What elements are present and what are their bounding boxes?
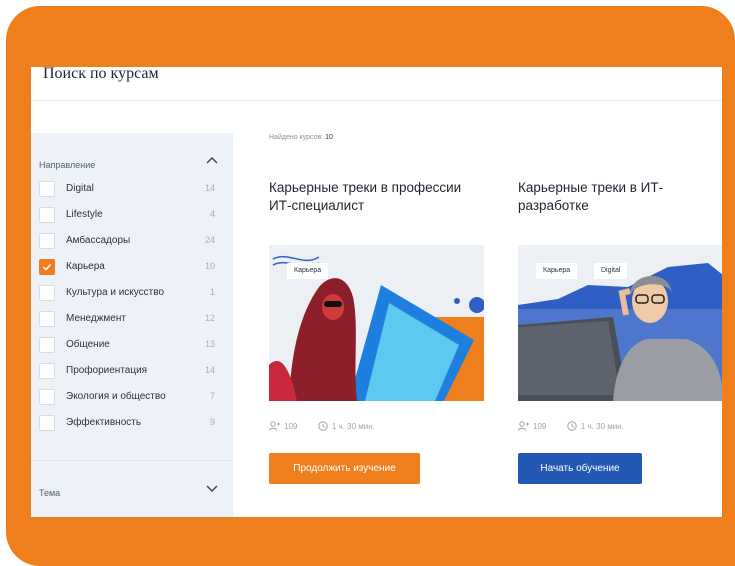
course-duration: 1 ч. 30 мин.: [580, 422, 624, 432]
filter-theme-header[interactable]: Тема: [39, 481, 219, 498]
clock-icon: [567, 421, 577, 433]
filter-item-efficiency[interactable]: Эффективность 9: [39, 415, 215, 441]
course-title[interactable]: Карьерные треки в профессии ИТ-специалис…: [269, 179, 484, 239]
filter-item-label: Профориентация: [66, 365, 148, 376]
filter-item-label: Эффективность: [66, 417, 142, 428]
page-title: Поиск по курсам: [43, 67, 159, 82]
filter-direction-header[interactable]: Направление: [39, 153, 219, 170]
filter-item-label: Карьера: [66, 261, 105, 272]
checkbox[interactable]: [39, 207, 55, 223]
filter-item-count: 14: [204, 183, 215, 193]
course-duration: 1 ч. 30 мин.: [331, 422, 375, 432]
filter-item-ecology[interactable]: Экология и общество 7: [39, 389, 215, 415]
header-bar: Поиск по курсам: [31, 67, 722, 101]
course-image[interactable]: Карьера: [269, 245, 484, 401]
course-card[interactable]: Карьерные треки в профессии ИТ-специалис…: [269, 179, 484, 484]
course-title[interactable]: Карьерные треки в ИТ-разработке: [518, 179, 722, 239]
results-count-label: Найдено курсов:: [269, 134, 324, 141]
filter-item-count: 24: [204, 235, 215, 245]
checkbox[interactable]: [39, 415, 55, 431]
filter-direction-title: Направление: [39, 160, 96, 170]
filter-item-count: 14: [204, 365, 215, 375]
check-icon: [42, 263, 52, 271]
course-participants: 109: [284, 422, 298, 432]
filter-item-ambassadors[interactable]: Амбассадоры 24: [39, 233, 215, 259]
course-tag: Digital: [594, 263, 628, 279]
chevron-up-icon[interactable]: [205, 153, 219, 167]
filter-item-label: Общение: [66, 339, 110, 350]
checkbox-checked[interactable]: [39, 259, 55, 275]
filter-item-career-guidance[interactable]: Профориентация 14: [39, 363, 215, 389]
continue-learning-button[interactable]: Продолжить изучение: [269, 453, 420, 484]
filter-item-count: 13: [204, 339, 215, 349]
course-meta: 109 1 ч. 30 мин.: [269, 421, 375, 433]
course-participants: 109: [533, 422, 547, 432]
filter-item-count: 12: [204, 313, 215, 323]
filter-item-label: Lifestyle: [66, 209, 103, 220]
filter-item-count: 4: [209, 209, 215, 219]
filter-item-culture[interactable]: Культура и искусство 1: [39, 285, 215, 311]
filter-item-management[interactable]: Менеджмент 12: [39, 311, 215, 337]
filter-item-count: 7: [209, 391, 215, 401]
checkbox[interactable]: [39, 337, 55, 353]
filter-item-communication[interactable]: Общение 13: [39, 337, 215, 363]
user-plus-icon: [269, 421, 280, 433]
checkbox[interactable]: [39, 389, 55, 405]
results-count-value: 10: [325, 134, 333, 141]
checkbox[interactable]: [39, 363, 55, 379]
filter-divider: [31, 460, 233, 461]
filter-item-lifestyle[interactable]: Lifestyle 4: [39, 207, 215, 233]
filter-sidebar: Направление Digital 14 Lifestyle 4 Амбас…: [31, 133, 233, 517]
filter-direction-list: Digital 14 Lifestyle 4 Амбассадоры 24 Ка…: [39, 181, 215, 441]
course-image[interactable]: Карьера Digital: [518, 245, 722, 401]
course-card[interactable]: Карьерные треки в ИТ-разработке Карьера …: [518, 179, 722, 484]
filter-item-career[interactable]: Карьера 10: [39, 259, 215, 285]
course-search-screen: Поиск по курсам Направление Digital 14 L…: [31, 67, 722, 517]
filter-item-digital[interactable]: Digital 14: [39, 181, 215, 207]
filter-theme-title: Тема: [39, 488, 61, 498]
start-learning-button[interactable]: Начать обучение: [518, 453, 642, 484]
checkbox[interactable]: [39, 311, 55, 327]
filter-item-label: Культура и искусство: [66, 287, 165, 298]
filter-item-label: Экология и общество: [66, 391, 166, 402]
filter-item-label: Амбассадоры: [66, 235, 131, 246]
filter-item-count: 1: [209, 287, 215, 297]
filter-item-count: 10: [204, 261, 215, 271]
checkbox[interactable]: [39, 181, 55, 197]
checkbox[interactable]: [39, 285, 55, 301]
course-meta: 109 1 ч. 30 мин.: [518, 421, 624, 433]
user-plus-icon: [518, 421, 529, 433]
checkbox[interactable]: [39, 233, 55, 249]
chevron-down-icon[interactable]: [205, 481, 219, 495]
filter-item-label: Менеджмент: [66, 313, 126, 324]
results-count: Найдено курсов: 10: [269, 134, 333, 141]
filter-item-count: 9: [209, 417, 215, 427]
clock-icon: [318, 421, 328, 433]
course-tag: Карьера: [536, 263, 578, 279]
course-tag: Карьера: [287, 263, 329, 279]
filter-item-label: Digital: [66, 183, 94, 194]
